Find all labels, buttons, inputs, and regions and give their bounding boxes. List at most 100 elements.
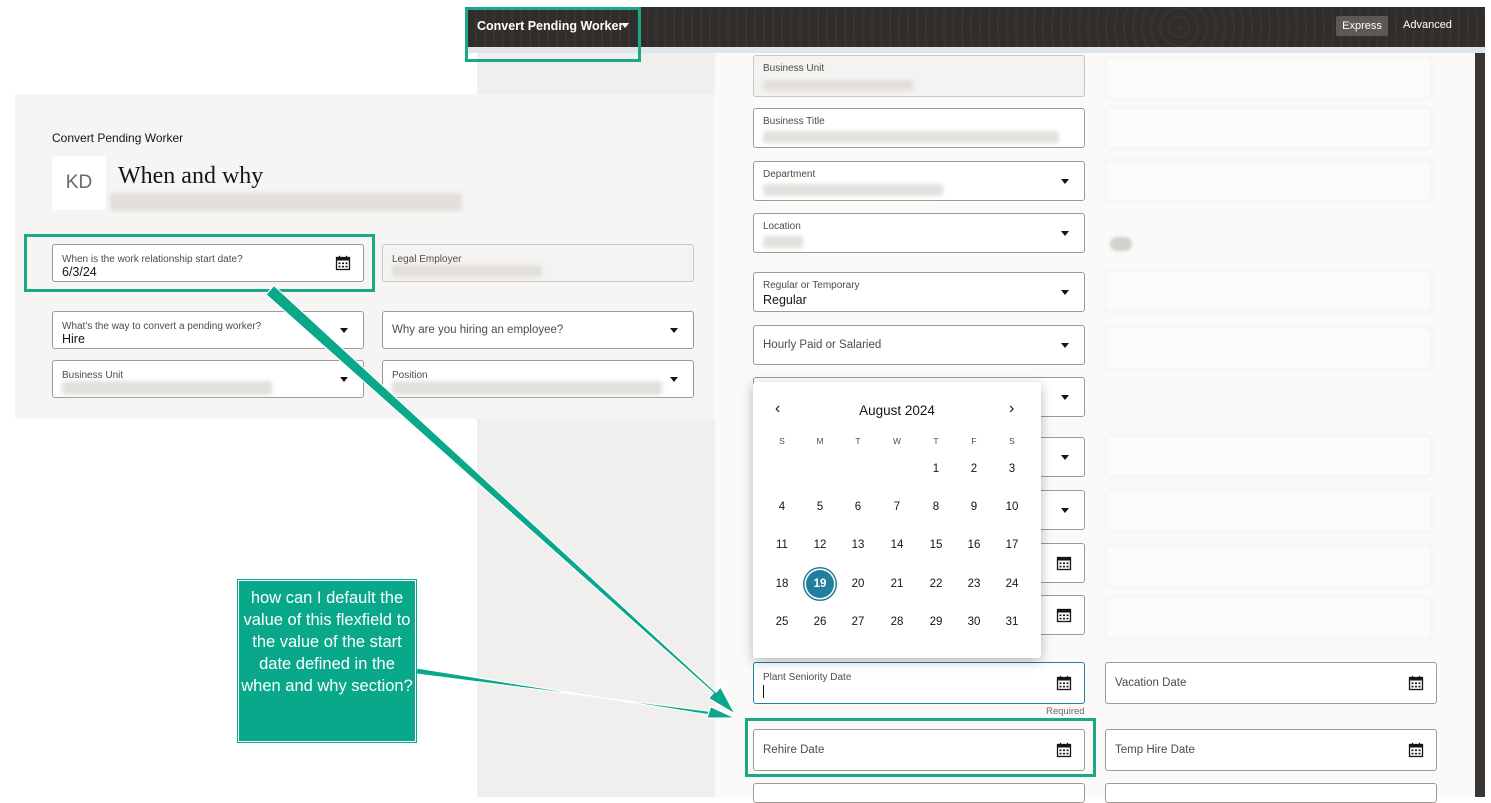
calendar-day[interactable]: 15 (922, 531, 950, 559)
chevron-down-icon[interactable] (340, 328, 348, 333)
regular-temporary-select[interactable]: Regular or Temporary Regular (753, 272, 1085, 312)
calendar-day[interactable]: 18 (768, 570, 796, 598)
calendar-icon[interactable] (1056, 555, 1072, 571)
redacted-value (763, 131, 1059, 143)
temp-hire-date-label: Temp Hire Date (1115, 744, 1195, 756)
calendar-day[interactable]: 22 (922, 570, 950, 598)
calendar-day[interactable]: 29 (922, 608, 950, 636)
next-field-partial[interactable] (1105, 783, 1437, 803)
chevron-down-icon[interactable] (1061, 395, 1069, 400)
hourly-salaried-select[interactable]: Hourly Paid or Salaried (753, 325, 1085, 365)
calendar-icon[interactable] (1408, 675, 1424, 691)
redacted-value (763, 80, 913, 91)
convert-way-value: Hire (62, 332, 85, 346)
calendar-day[interactable]: 14 (883, 531, 911, 559)
annotation-callout: how can I default the value of this flex… (238, 580, 416, 742)
avatar: KD (52, 156, 106, 210)
business-title-label: Business Title (763, 116, 825, 127)
calendar-day[interactable]: 24 (998, 570, 1026, 598)
calendar-day[interactable]: 27 (844, 608, 872, 636)
calendar-day[interactable]: 20 (844, 570, 872, 598)
express-mode-button[interactable]: Express (1336, 16, 1388, 36)
calendar-day[interactable]: 9 (960, 493, 988, 521)
next-month-button[interactable]: › (1009, 400, 1014, 418)
calendar-day[interactable]: 11 (768, 531, 796, 559)
vacation-date-field[interactable]: Vacation Date (1105, 662, 1437, 704)
calendar-day[interactable]: 16 (960, 531, 988, 559)
calendar-day[interactable]: 25 (768, 608, 796, 636)
redacted-value (392, 265, 542, 277)
legal-employer-label: Legal Employer (392, 254, 462, 265)
chevron-down-icon[interactable] (670, 377, 678, 382)
temp-hire-date-field[interactable]: Temp Hire Date (1105, 729, 1437, 771)
calendar-icon[interactable] (1408, 742, 1424, 758)
weekday-label: F (971, 436, 977, 446)
calendar-day-selected[interactable]: 19 (806, 569, 834, 598)
regular-temporary-label: Regular or Temporary (763, 280, 860, 291)
required-hint: Required (1046, 706, 1085, 717)
page-title: When and why (118, 163, 264, 189)
redacted-value (392, 381, 662, 395)
calendar-day[interactable]: 8 (922, 493, 950, 521)
calendar-day[interactable]: 7 (883, 493, 911, 521)
calendar-day[interactable]: 21 (883, 570, 911, 598)
calendar-day[interactable]: 4 (768, 493, 796, 521)
calendar-day[interactable]: 1 (922, 455, 950, 483)
calendar-day[interactable]: 30 (960, 608, 988, 636)
blurred-right-column (1100, 55, 1440, 645)
business-title-field[interactable]: Business Title (753, 108, 1085, 148)
month-year-label[interactable]: August 2024 (753, 403, 1041, 418)
scrollbar-track[interactable] (1475, 53, 1485, 797)
text-cursor (763, 685, 764, 698)
business-unit-select[interactable]: Business Unit (52, 360, 364, 398)
calendar-icon[interactable] (1056, 607, 1072, 623)
plant-seniority-label: Plant Seniority Date (763, 672, 852, 683)
chevron-down-icon[interactable] (1061, 290, 1069, 295)
annotation-highlight-title (465, 7, 641, 62)
chevron-down-icon[interactable] (1061, 179, 1069, 184)
calendar-day[interactable]: 5 (806, 493, 834, 521)
location-label: Location (763, 221, 801, 232)
weekday-label: W (892, 436, 902, 446)
redacted-value (763, 184, 943, 196)
annotation-highlight-start-date (24, 234, 375, 292)
weekday-label: S (779, 436, 785, 446)
calendar-day[interactable]: 2 (960, 455, 988, 483)
annotation-highlight-rehire-date (745, 718, 1096, 777)
location-select[interactable]: Location (753, 213, 1085, 253)
calendar-day[interactable]: 10 (998, 493, 1026, 521)
chevron-down-icon[interactable] (340, 377, 348, 382)
weekday-label: S (1009, 436, 1015, 446)
hiring-reason-select[interactable]: Why are you hiring an employee? (382, 311, 694, 349)
calendar-day[interactable]: 23 (960, 570, 988, 598)
chevron-down-icon[interactable] (1061, 508, 1069, 513)
date-picker-popup: ‹ August 2024 › SMTWTFS 1 2 3 4 5 6 7 8 9 10 11 12 1… (753, 382, 1041, 658)
calendar-icon[interactable] (1056, 675, 1072, 691)
convert-way-select[interactable]: What's the way to convert a pending work… (52, 311, 364, 349)
chevron-down-icon[interactable] (1061, 455, 1069, 460)
chevron-down-icon[interactable] (1061, 343, 1069, 348)
plant-seniority-date-field[interactable]: Plant Seniority Date (753, 662, 1085, 704)
business-unit-label: Business Unit (62, 370, 124, 381)
advanced-mode-link[interactable]: Advanced (1403, 19, 1452, 31)
redacted-subtitle (110, 193, 462, 211)
redacted-value (763, 236, 803, 248)
calendar-day[interactable]: 12 (806, 531, 834, 559)
calendar-day[interactable]: 31 (998, 608, 1026, 636)
chevron-down-icon[interactable] (1061, 231, 1069, 236)
redacted-value (62, 381, 272, 395)
calendar-day[interactable]: 28 (883, 608, 911, 636)
calendar-day[interactable]: 6 (844, 493, 872, 521)
calendar-day[interactable]: 13 (844, 531, 872, 559)
business-unit-label: Business Unit (763, 63, 825, 74)
next-field-partial[interactable] (753, 783, 1085, 803)
chevron-down-icon[interactable] (670, 328, 678, 333)
regular-temporary-value: Regular (763, 293, 807, 307)
convert-way-label: What's the way to convert a pending work… (62, 321, 262, 332)
calendar-day[interactable]: 3 (998, 455, 1026, 483)
department-select[interactable]: Department (753, 161, 1085, 201)
position-select[interactable]: Position (382, 360, 694, 398)
calendar-day[interactable]: 17 (998, 531, 1026, 559)
calendar-day[interactable]: 26 (806, 608, 834, 636)
hiring-reason-placeholder: Why are you hiring an employee? (392, 324, 564, 336)
